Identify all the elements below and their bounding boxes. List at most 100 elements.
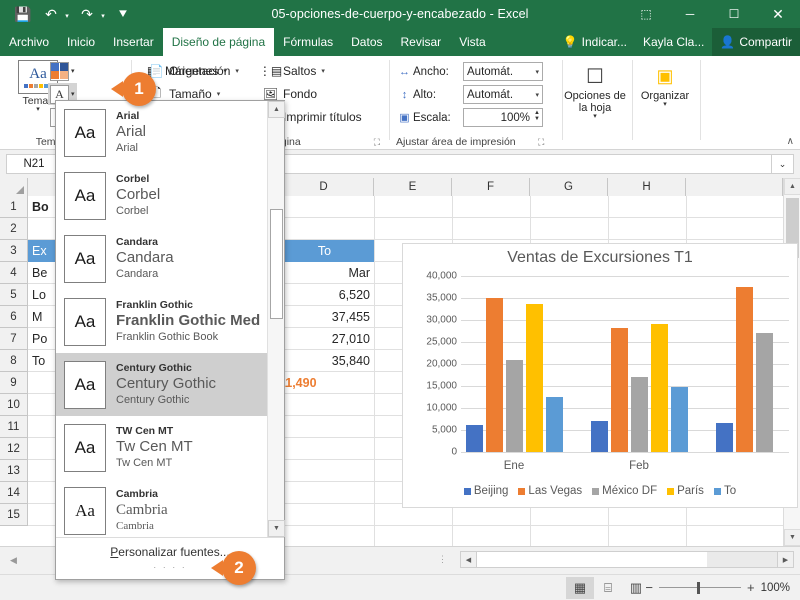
- undo-dropdown-icon[interactable]: ▾: [62, 3, 72, 25]
- font-theme-item-candara[interactable]: Aa Candara Candara Candara: [56, 227, 267, 290]
- font-theme-item-franklin-gothic[interactable]: Aa Franklin Gothic Franklin Gothic Med F…: [56, 290, 267, 353]
- theme-colors-button[interactable]: ▾: [48, 60, 77, 82]
- height-combo[interactable]: Automát. ▾: [463, 85, 543, 104]
- expand-formula-bar-icon[interactable]: ⌄: [772, 154, 794, 174]
- column-header-i[interactable]: [686, 178, 783, 196]
- table-cell-header-mar[interactable]: To: [275, 240, 374, 262]
- hscroll-left-icon[interactable]: ◀: [460, 551, 477, 568]
- font-theme-item-century-gothic[interactable]: Aa Century Gothic Century Gothic Century…: [56, 353, 267, 416]
- breaks-caret-icon[interactable]: ▾: [321, 67, 325, 75]
- font-theme-item-tw-cen-mt[interactable]: Aa TW Cen MT Tw Cen MT Tw Cen MT: [56, 416, 267, 479]
- height-caret-icon[interactable]: ▾: [535, 91, 539, 99]
- page-layout-view-icon[interactable]: ⌸: [594, 577, 622, 599]
- row-header-15[interactable]: 15: [0, 504, 27, 526]
- horizontal-scrollbar[interactable]: ⋮ ◀ ▶: [438, 551, 794, 568]
- tab-formulas[interactable]: Fórmulas: [274, 28, 342, 56]
- close-icon[interactable]: ✕: [756, 0, 800, 28]
- row-header-14[interactable]: 14: [0, 482, 27, 504]
- row-header-3[interactable]: 3: [0, 240, 27, 262]
- zoom-level-label[interactable]: 100%: [761, 582, 790, 594]
- tab-archivo[interactable]: Archivo: [0, 28, 58, 56]
- row-header-6[interactable]: 6: [0, 306, 27, 328]
- collapse-ribbon-icon[interactable]: ∧: [787, 136, 794, 147]
- sheet-options-caret-icon[interactable]: ▾: [593, 113, 597, 120]
- chart-object[interactable]: Ventas de Excursiones T1 40,000 35,000 3…: [402, 243, 798, 508]
- column-header-e[interactable]: E: [374, 178, 452, 196]
- table-cell[interactable]: 35,840: [275, 350, 374, 372]
- theme-fonts-caret-icon[interactable]: ▾: [71, 90, 75, 98]
- maximize-icon[interactable]: ☐: [712, 0, 756, 28]
- dropdown-scroll-up-icon[interactable]: ▲: [268, 101, 285, 118]
- orientation-caret-icon[interactable]: ▾: [235, 67, 239, 75]
- zoom-in-button[interactable]: +: [747, 580, 755, 595]
- resize-grip-icon[interactable]: · · · ·: [153, 562, 187, 572]
- share-button[interactable]: 👤 Compartir: [712, 28, 800, 56]
- customize-fonts-link[interactable]: Personalizar fuentes...: [110, 545, 229, 559]
- column-header-f[interactable]: F: [452, 178, 530, 196]
- size-caret-icon[interactable]: ▾: [217, 90, 221, 98]
- width-caret-icon[interactable]: ▾: [535, 68, 539, 76]
- tab-inicio[interactable]: Inicio: [58, 28, 104, 56]
- table-cell-total[interactable]: 11,490: [275, 372, 374, 394]
- arrange-button[interactable]: ▣ Organizar ▾: [634, 62, 696, 109]
- dropdown-scrollbar[interactable]: ▲ ▼: [267, 101, 285, 537]
- zoom-slider[interactable]: [658, 581, 741, 594]
- redo-dropdown-icon[interactable]: ▾: [98, 3, 108, 25]
- row-header-7[interactable]: 7: [0, 328, 27, 350]
- tell-me-search[interactable]: 💡 Indicar...: [555, 28, 635, 56]
- dropdown-scroll-thumb[interactable]: [270, 209, 283, 319]
- theme-colors-caret-icon[interactable]: ▾: [71, 67, 75, 75]
- font-theme-item-arial[interactable]: Aa Arial Arial Arial: [56, 101, 267, 164]
- breaks-button[interactable]: ⋮▤ Saltos ▾: [259, 60, 325, 82]
- dropdown-scroll-down-icon[interactable]: ▼: [268, 520, 285, 537]
- normal-view-icon[interactable]: ▦: [566, 576, 594, 599]
- scale-spinner[interactable]: 100% ▲ ▼: [463, 108, 543, 127]
- undo-icon[interactable]: ↶: [38, 3, 64, 25]
- row-header-1[interactable]: 1: [0, 196, 27, 218]
- tab-diseno-de-pagina[interactable]: Diseño de página: [162, 28, 275, 56]
- row-header-4[interactable]: 4: [0, 262, 27, 284]
- minimize-icon[interactable]: ─: [668, 0, 712, 28]
- table-cell[interactable]: 37,455: [275, 306, 374, 328]
- row-header-5[interactable]: 5: [0, 284, 27, 306]
- orientation-button[interactable]: 📄 Orientación ▾: [148, 60, 239, 82]
- hscroll-right-icon[interactable]: ▶: [777, 551, 794, 568]
- row-header-2[interactable]: 2: [0, 218, 27, 240]
- scale-spin-arrows[interactable]: ▲ ▼: [534, 110, 540, 122]
- column-header-d[interactable]: D: [274, 178, 374, 196]
- width-combo[interactable]: Automát. ▾: [463, 62, 543, 81]
- scroll-up-icon[interactable]: ▲: [784, 178, 800, 195]
- row-header-12[interactable]: 12: [0, 438, 27, 460]
- tab-insertar[interactable]: Insertar: [104, 28, 163, 56]
- sheet-prev-icon[interactable]: ◀: [10, 555, 17, 566]
- customize-qat-icon[interactable]: ⯆: [110, 3, 136, 25]
- row-header-13[interactable]: 13: [0, 460, 27, 482]
- hscroll-track[interactable]: [707, 551, 777, 568]
- name-box[interactable]: N21: [6, 154, 62, 174]
- hscroll-thumb[interactable]: [477, 551, 707, 568]
- column-header-h[interactable]: H: [608, 178, 686, 196]
- scale-to-fit-dialog-launcher[interactable]: ⛶: [538, 137, 544, 148]
- themes-caret-icon[interactable]: ▾: [36, 106, 40, 113]
- arrange-caret-icon[interactable]: ▾: [663, 101, 667, 108]
- tab-datos[interactable]: Datos: [342, 28, 391, 56]
- save-icon[interactable]: 💾: [10, 3, 36, 25]
- font-theme-item-cambria[interactable]: Aa Cambria Cambria Cambria: [56, 479, 267, 537]
- font-theme-item-corbel[interactable]: Aa Corbel Corbel Corbel: [56, 164, 267, 227]
- zoom-slider-handle[interactable]: [696, 581, 700, 594]
- scroll-down-icon[interactable]: ▼: [784, 529, 800, 546]
- tab-revisar[interactable]: Revisar: [392, 28, 451, 56]
- account-name[interactable]: Kayla Cla...: [635, 28, 712, 56]
- redo-icon[interactable]: ↷: [74, 3, 100, 25]
- page-setup-dialog-launcher[interactable]: ⛶: [374, 137, 380, 148]
- row-header-8[interactable]: 8: [0, 350, 27, 372]
- zoom-out-button[interactable]: −: [645, 580, 653, 595]
- row-header-11[interactable]: 11: [0, 416, 27, 438]
- scroll-grip-icon[interactable]: ⋮: [438, 554, 448, 565]
- sheet-options-button[interactable]: ☐ Opciones de la hoja ▾: [564, 62, 626, 121]
- table-cell[interactable]: Mar: [275, 262, 374, 284]
- column-header-g[interactable]: G: [530, 178, 608, 196]
- select-all-corner[interactable]: [0, 178, 28, 196]
- row-header-10[interactable]: 10: [0, 394, 27, 416]
- table-cell[interactable]: 27,010: [275, 328, 374, 350]
